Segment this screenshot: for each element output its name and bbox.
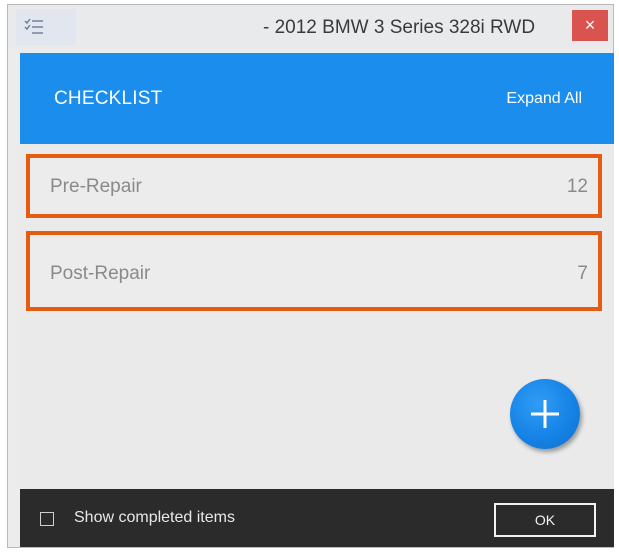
footer-bar: Show completed items OK xyxy=(20,489,614,547)
close-button[interactable]: × xyxy=(572,10,608,41)
close-icon: × xyxy=(584,15,596,35)
ok-button[interactable]: OK xyxy=(494,503,596,537)
checklist-icon xyxy=(24,18,43,34)
show-completed-label[interactable]: Show completed items xyxy=(74,509,235,527)
plus-icon xyxy=(531,400,559,428)
show-completed-checkbox[interactable] xyxy=(40,512,54,526)
checklist-item-label: Pre-Repair xyxy=(50,176,142,197)
checklist-item-count: 7 xyxy=(577,263,588,284)
checklist-content: Pre-Repair 12 Post-Repair 7 xyxy=(20,144,614,489)
checklist-item-pre-repair[interactable]: Pre-Repair 12 xyxy=(26,154,602,218)
checklist-header: CHECKLIST Expand All xyxy=(20,53,614,144)
checklist-item-post-repair[interactable]: Post-Repair 7 xyxy=(26,231,602,311)
title-bar: - 2012 BMW 3 Series 328i RWD × xyxy=(8,5,613,49)
add-checklist-button[interactable] xyxy=(510,379,580,449)
window-title: - 2012 BMW 3 Series 328i RWD xyxy=(263,17,536,38)
checklist-item-label: Post-Repair xyxy=(50,263,151,284)
expand-all-link[interactable]: Expand All xyxy=(506,90,582,108)
checklist-item-count: 12 xyxy=(566,176,588,197)
checklist-window: - 2012 BMW 3 Series 328i RWD × CHECKLIST… xyxy=(7,4,614,548)
header-title: CHECKLIST xyxy=(54,88,163,109)
